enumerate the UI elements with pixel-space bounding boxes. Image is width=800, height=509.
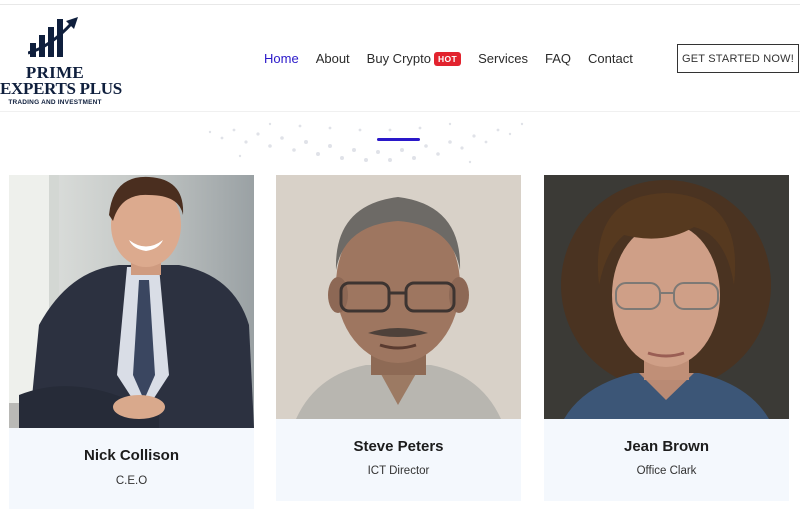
member-name: Jean Brown <box>623 438 710 455</box>
team-card-info: Jean Brown Office Clark <box>544 419 789 501</box>
woman-with-glasses-photo <box>544 175 789 419</box>
get-started-button[interactable]: GET STARTED NOW! <box>677 44 799 73</box>
team-card-info: Steve Peters ICT Director <box>276 419 521 501</box>
nav-services[interactable]: Services <box>478 51 528 66</box>
decorative-dot-pattern <box>208 122 524 164</box>
smiling-man-in-suit-photo <box>9 175 254 428</box>
chart-arrow-icon <box>28 17 78 57</box>
brand-logo[interactable]: PRIME EXPERTS PLUS TRADING AND INVESTMEN… <box>0 13 122 109</box>
hot-badge: HOT <box>433 51 462 66</box>
team-card-steve-peters: Steve Peters ICT Director <box>276 175 521 501</box>
nav-home[interactable]: Home <box>264 51 299 66</box>
member-name: Steve Peters <box>353 438 444 455</box>
member-role: C.E.O <box>115 475 148 487</box>
nav-buy-crypto[interactable]: Buy Crypto HOT <box>367 51 462 66</box>
man-with-glasses-photo <box>276 175 521 419</box>
section-accent-line <box>377 138 420 141</box>
nav-faq[interactable]: FAQ <box>545 51 571 66</box>
nav-about[interactable]: About <box>316 51 350 66</box>
main-nav: Home About Buy Crypto HOT Services FAQ Co… <box>264 51 650 66</box>
member-role: ICT Director <box>367 465 430 477</box>
team-card-info: Nick Collison C.E.O <box>9 428 254 509</box>
brand-name-line2: EXPERTS PLUS <box>0 79 122 98</box>
brand-tagline: TRADING AND INVESTMENT <box>8 99 102 106</box>
member-role: Office Clark <box>636 465 697 477</box>
team-card-nick-collison: Nick Collison C.E.O <box>9 175 254 509</box>
site-header: PRIME EXPERTS PLUS TRADING AND INVESTMEN… <box>0 5 800 112</box>
member-name: Nick Collison <box>83 447 180 464</box>
nav-contact[interactable]: Contact <box>588 51 633 66</box>
team-card-jean-brown: Jean Brown Office Clark <box>544 175 789 501</box>
